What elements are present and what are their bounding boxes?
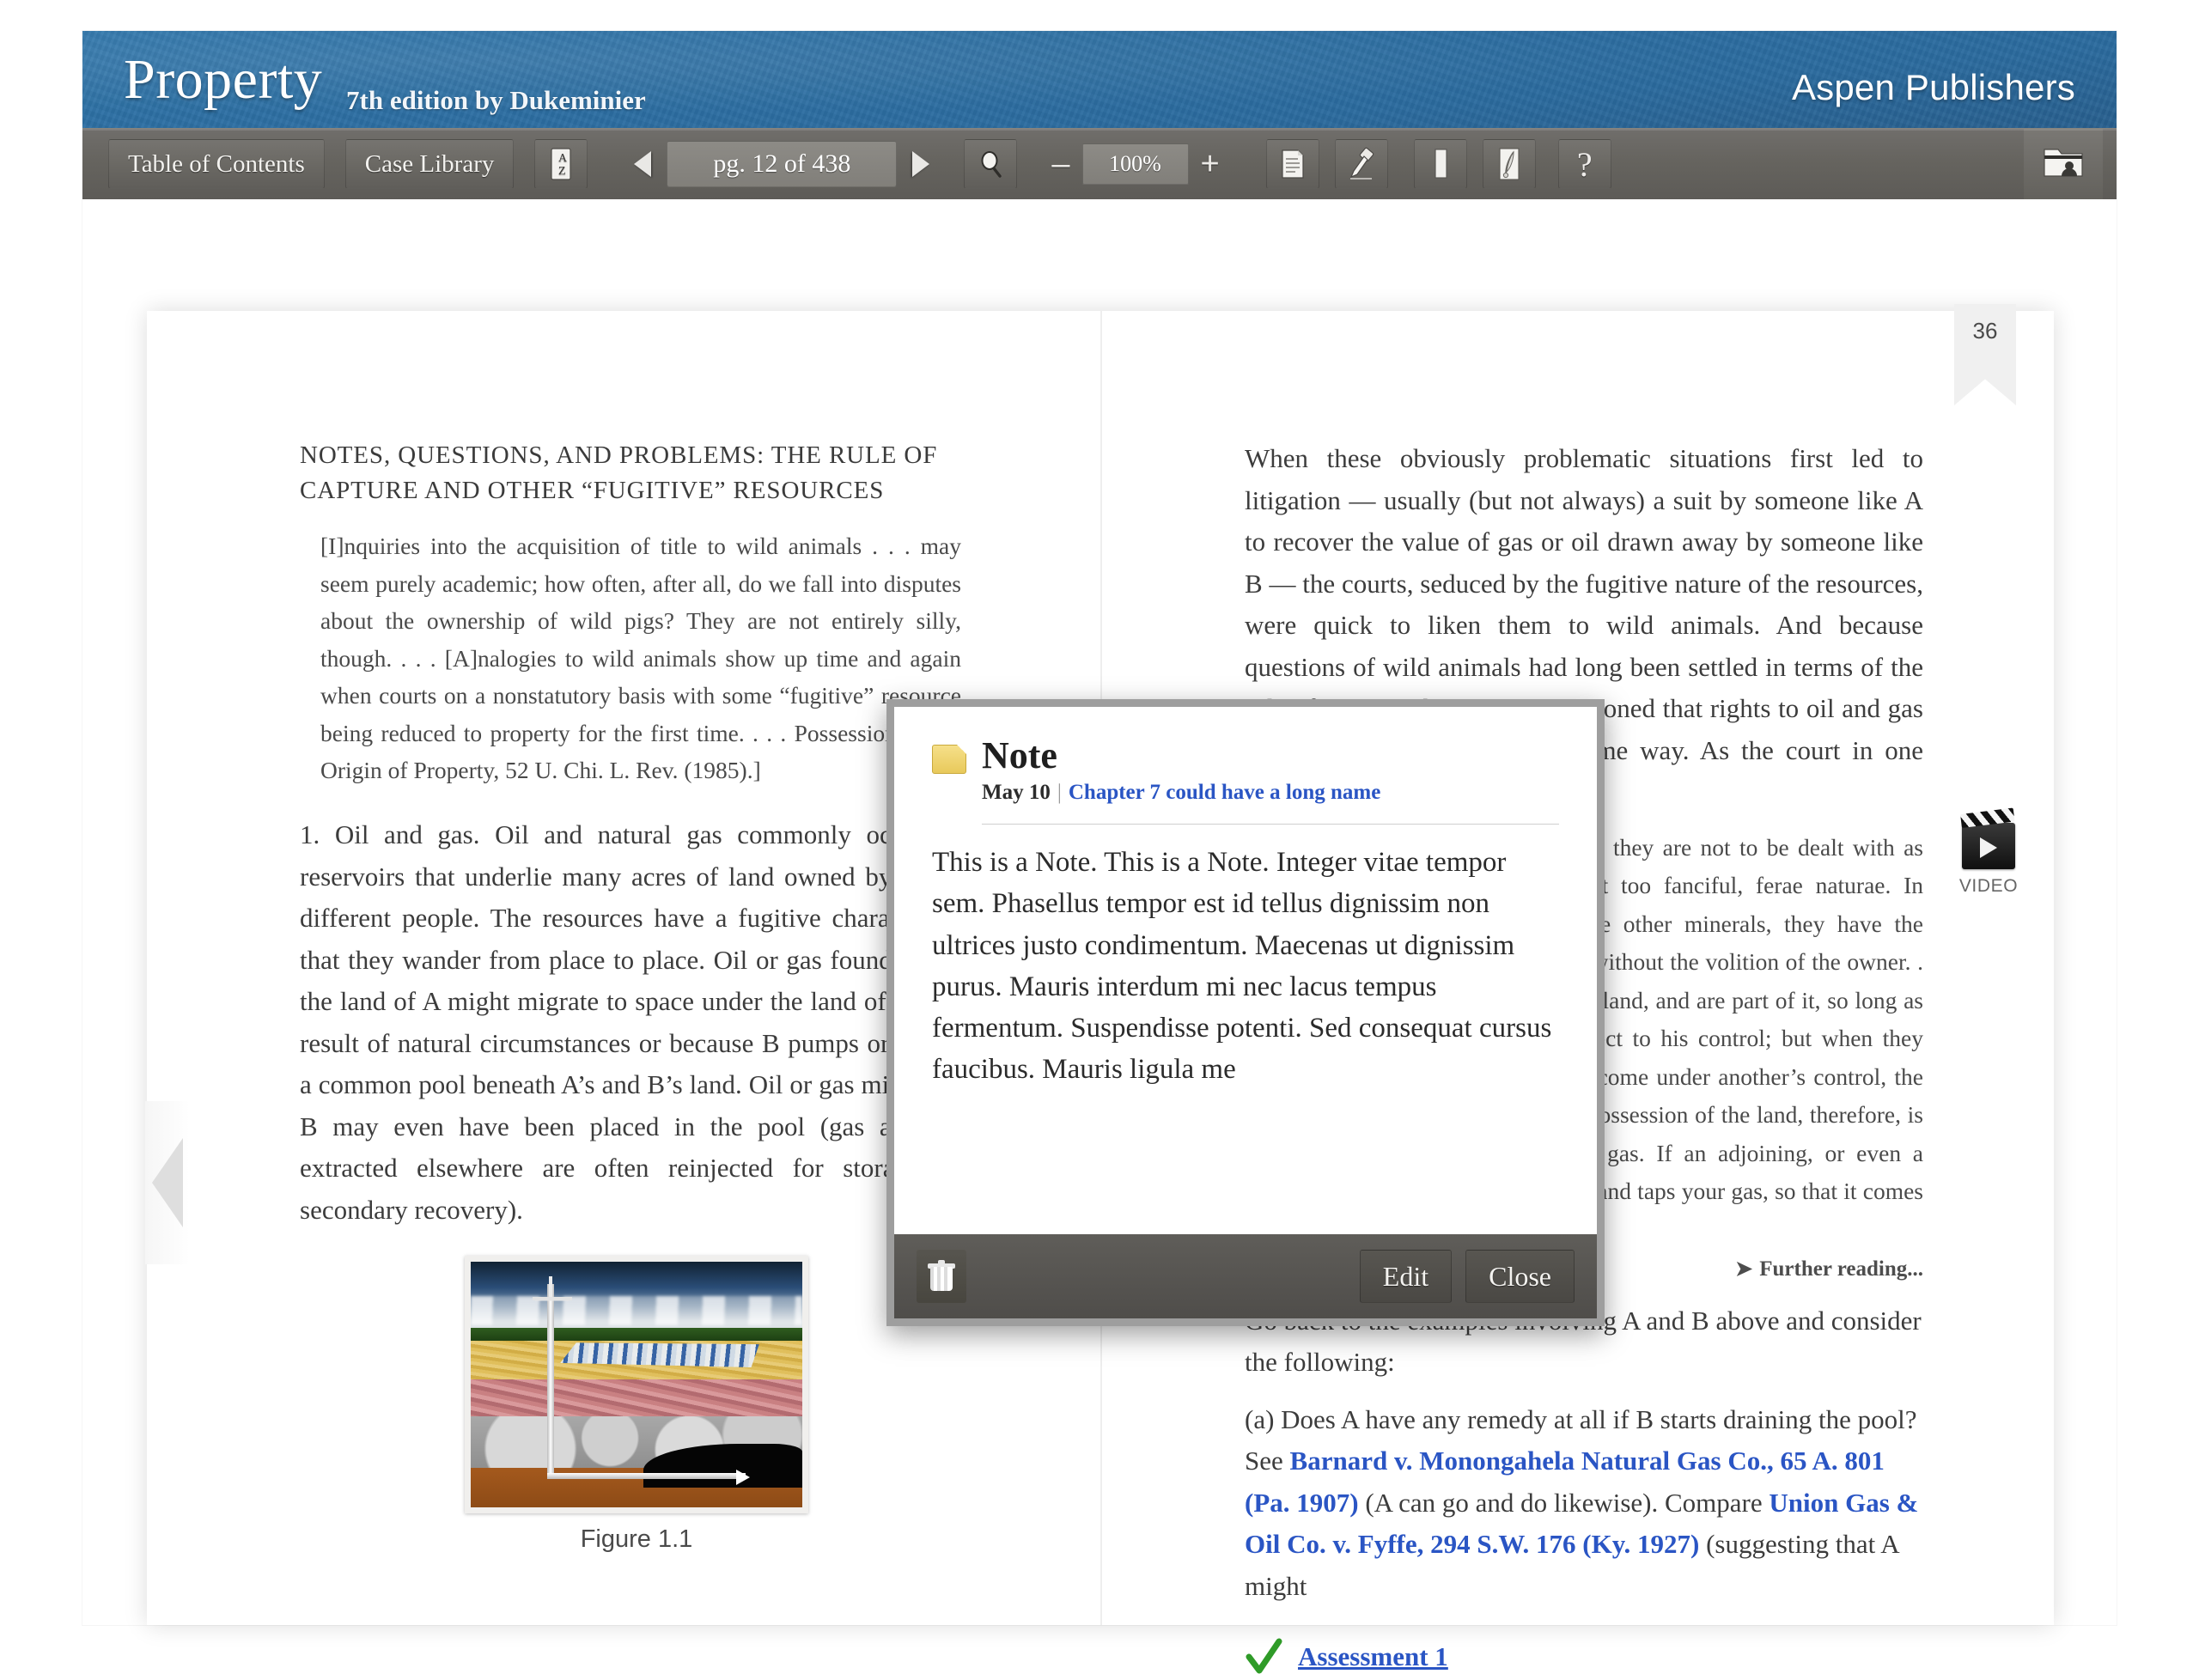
green-check-icon — [1245, 1638, 1282, 1676]
publisher-logo: Aspen Publishers — [1791, 67, 2075, 107]
figure-clouds-layer — [471, 1296, 802, 1326]
note-text-content: This is a Note. This is a Note. Integer … — [932, 847, 1552, 1086]
figure-image[interactable] — [465, 1256, 808, 1513]
page-navigation: pg. 12 of 438 — [618, 140, 945, 188]
note-dialog: Note May 10 | Chapter 7 could have a long … — [886, 699, 1605, 1326]
search-button[interactable] — [964, 139, 1018, 189]
paragraph-3-middle: (A can go and do likewise). Compare — [1358, 1487, 1770, 1518]
notes-button[interactable] — [1265, 139, 1319, 189]
arrow-right-icon: ➤ — [1735, 1257, 1753, 1281]
previous-page-button[interactable] — [618, 140, 667, 188]
close-note-button[interactable]: Close — [1465, 1250, 1575, 1303]
book-title: Property — [124, 48, 323, 111]
trash-body — [930, 1267, 953, 1291]
page-number-field[interactable]: pg. 12 of 438 — [667, 141, 898, 187]
zoom-out-button[interactable]: – — [1039, 148, 1081, 180]
az-index-button[interactable]: A Z — [534, 139, 588, 189]
left-page-paragraph: 1. Oil and gas. Oil and natural gas comm… — [300, 819, 961, 1225]
book-subtitle: 7th edition by Dukeminier — [346, 85, 646, 115]
bookmark-button[interactable] — [1413, 139, 1467, 189]
play-triangle-icon — [1980, 837, 1997, 859]
app-header: Property 7th edition by Dukeminier Aspen… — [82, 31, 2117, 128]
figure-container: Figure 1.1 — [465, 1256, 808, 1554]
note-chapter-link[interactable]: Chapter 7 could have a long name — [1069, 781, 1380, 804]
user-folder-icon — [2041, 141, 2086, 187]
note-divider — [982, 824, 1559, 825]
right-page-paragraph-3: (a) Does A have any remedy at all if B s… — [1245, 1399, 1923, 1608]
triangle-left-icon — [634, 151, 652, 177]
note-meta-separator: | — [1057, 781, 1062, 805]
figure-clay-layer — [471, 1379, 802, 1420]
figure-flow-arrow-icon — [735, 1469, 750, 1485]
clapperboard-top — [1960, 807, 2015, 828]
left-page-blockquote: [I]nquiries into the acquisition of titl… — [320, 533, 961, 783]
annotate-button[interactable] — [1482, 139, 1536, 189]
search-icon — [972, 145, 1009, 183]
highlighter-pen-icon — [1343, 145, 1380, 183]
clapperboard-icon — [1960, 807, 2015, 869]
table-of-contents-button[interactable]: Table of Contents — [108, 139, 325, 189]
case-library-button[interactable]: Case Library — [344, 139, 515, 189]
further-reading-label: Further reading... — [1759, 1257, 1923, 1281]
note-date: May 10 — [982, 781, 1051, 805]
svg-text:Z: Z — [558, 165, 566, 178]
assessment-link[interactable]: Assessment 1 — [1298, 1641, 1448, 1672]
triangle-right-icon — [912, 151, 930, 177]
document-icon — [1274, 145, 1312, 183]
video-asset-label: VIDEO — [1958, 876, 2019, 896]
note-dialog-header: Note May 10 | Chapter 7 could have a long … — [932, 734, 1559, 805]
note-dialog-body: Note May 10 | Chapter 7 could have a long … — [894, 707, 1597, 1234]
reader-toolbar: Table of Contents Case Library A Z pg. 1… — [82, 128, 2117, 200]
delete-note-button[interactable] — [917, 1250, 966, 1303]
figure-drill-rig — [535, 1276, 569, 1316]
trash-can-icon — [928, 1260, 955, 1291]
bookmark-icon — [1422, 145, 1459, 183]
assessment-link-row[interactable]: Assessment 1 — [1245, 1638, 1923, 1676]
question-mark-icon: ? — [1576, 144, 1593, 184]
zoom-in-button[interactable]: + — [1189, 148, 1232, 180]
note-dialog-footer: Edit Close — [894, 1234, 1597, 1318]
note-dialog-meta: May 10 | Chapter 7 could have a long name — [982, 781, 1380, 805]
figure-well-pipe-horizontal — [546, 1472, 746, 1479]
az-sort-icon: A Z — [542, 145, 580, 183]
edit-note-button[interactable]: Edit — [1359, 1250, 1453, 1303]
zoom-controls: – 100% + — [1039, 143, 1231, 185]
highlighter-button[interactable] — [1334, 139, 1388, 189]
section-heading: NOTES, QUESTIONS, AND PROBLEMS: THE RULE… — [300, 441, 938, 505]
note-folder-icon — [932, 745, 966, 774]
left-page-column: NOTES, QUESTIONS, AND PROBLEMS: THE RULE… — [300, 438, 961, 1246]
svg-text:A: A — [558, 152, 568, 165]
ebook-reader-app: Property 7th edition by Dukeminier Aspen… — [82, 31, 2117, 1674]
note-dialog-title: Note — [982, 734, 1057, 776]
video-asset-link[interactable]: VIDEO — [1949, 807, 2028, 897]
help-button[interactable]: ? — [1557, 139, 1611, 189]
account-button[interactable] — [2024, 128, 2103, 200]
figure-caption: Figure 1.1 — [580, 1525, 693, 1553]
zoom-level-field[interactable]: 100% — [1081, 143, 1189, 185]
reader-stage: 36 NOTES, QUESTIONS, AND PROBLEMS: THE R… — [82, 199, 2117, 1674]
next-page-button[interactable] — [897, 140, 945, 188]
quill-icon — [1490, 145, 1528, 183]
